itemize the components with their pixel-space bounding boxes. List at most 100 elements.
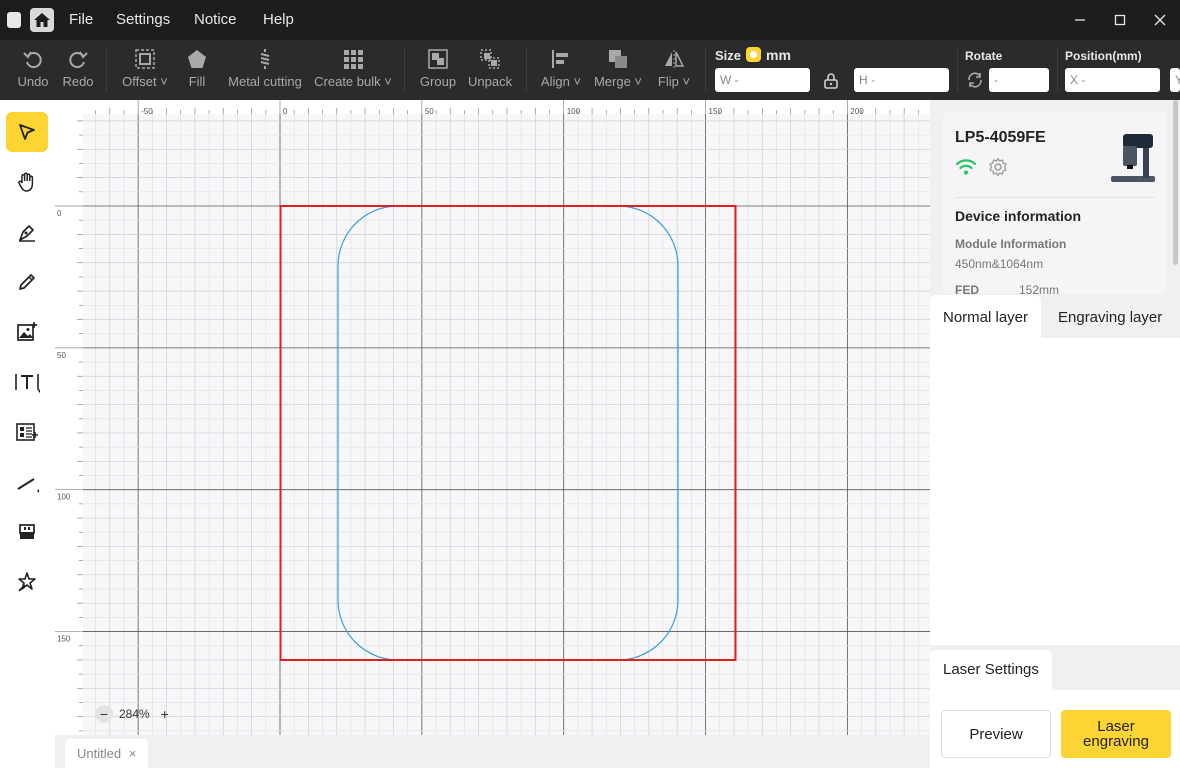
fed-label: FED bbox=[955, 283, 979, 294]
hand-tool[interactable] bbox=[6, 162, 48, 202]
device-tool[interactable] bbox=[6, 512, 48, 552]
barcode-tool[interactable] bbox=[6, 412, 48, 452]
design-canvas[interactable]: -50 0 50 100 150 200 0 50 100 150 − 284% + bbox=[55, 100, 930, 735]
grid-icon bbox=[344, 50, 363, 69]
zoom-out-button[interactable]: − bbox=[95, 705, 113, 723]
offset-icon bbox=[135, 49, 155, 69]
create-bulk-button[interactable]: Create bulk ˅ bbox=[314, 48, 392, 89]
laser-engraver-icon bbox=[1111, 134, 1155, 182]
flip-button[interactable]: Flip ˅ bbox=[656, 48, 692, 89]
metal-cutting-button[interactable]: Metal cutting bbox=[224, 48, 306, 89]
lock-ratio-button[interactable] bbox=[822, 72, 840, 93]
undo-button[interactable]: Undo bbox=[16, 48, 50, 89]
x-position-input[interactable]: X - bbox=[1065, 68, 1160, 92]
flip-label: Flip bbox=[657, 74, 679, 89]
tab-laser-settings[interactable]: Laser Settings bbox=[930, 650, 1052, 690]
close-icon bbox=[1154, 14, 1166, 26]
rotate-icon bbox=[968, 72, 982, 88]
group-label: Group bbox=[419, 74, 457, 89]
select-tool[interactable] bbox=[6, 112, 48, 152]
spring-icon bbox=[260, 49, 270, 69]
fill-button[interactable]: Fill bbox=[186, 48, 208, 89]
printer-icon bbox=[19, 524, 35, 539]
maximize-icon bbox=[1114, 14, 1126, 26]
grid-ruler: -50 0 50 100 150 200 0 50 100 150 bbox=[55, 100, 930, 735]
rotate-icon-button[interactable] bbox=[966, 71, 984, 92]
toolbar-divider bbox=[106, 48, 107, 92]
unit-label: mm bbox=[766, 47, 791, 63]
ruler-x-label: -50 bbox=[141, 107, 153, 116]
line-icon bbox=[17, 478, 39, 493]
menu-notice[interactable]: Notice bbox=[194, 11, 237, 28]
ruler-y-label: 100 bbox=[57, 493, 71, 502]
unit-toggle[interactable] bbox=[746, 47, 761, 62]
toolbar-divider bbox=[404, 48, 405, 92]
close-tab-icon[interactable]: × bbox=[129, 746, 137, 761]
lock-icon bbox=[824, 73, 838, 89]
redo-icon bbox=[69, 51, 88, 69]
ruler-x-label: 0 bbox=[283, 107, 288, 116]
create-bulk-label: Create bulk bbox=[314, 74, 381, 89]
left-toolbar bbox=[0, 100, 55, 768]
chevron-down-icon: ˅ bbox=[156, 74, 168, 89]
line-tool[interactable] bbox=[6, 462, 48, 502]
file-tab-untitled[interactable]: Untitled × bbox=[65, 739, 149, 768]
ai-magic-tool[interactable] bbox=[6, 562, 48, 602]
laser-engraving-label: Laser engraving bbox=[1083, 718, 1149, 750]
home-button[interactable] bbox=[30, 8, 54, 32]
ruler-x-label: 100 bbox=[567, 107, 581, 116]
height-input[interactable]: H - bbox=[854, 68, 949, 92]
ruler-y-label: 50 bbox=[57, 351, 66, 360]
device-name: LP5-4059FE bbox=[955, 129, 1046, 146]
text-tool[interactable] bbox=[6, 362, 48, 402]
menu-file[interactable]: File bbox=[69, 11, 93, 28]
unpack-label: Unpack bbox=[468, 74, 513, 89]
menu-help[interactable]: Help bbox=[263, 11, 294, 28]
undo-label: Undo bbox=[17, 74, 49, 89]
fed-value: 152mm bbox=[1019, 283, 1060, 294]
ungroup-icon bbox=[480, 49, 500, 69]
ruler-x-label: 50 bbox=[425, 107, 434, 116]
laser-engraving-button[interactable]: Laser engraving bbox=[1061, 710, 1171, 758]
preview-button[interactable]: Preview bbox=[941, 710, 1051, 758]
qr-code-icon bbox=[16, 423, 38, 441]
pencil-tool[interactable] bbox=[6, 262, 48, 302]
close-button[interactable] bbox=[1150, 10, 1170, 30]
offset-button[interactable]: Offset ˅ bbox=[119, 48, 171, 89]
module-info-title: Module Information bbox=[955, 237, 1067, 251]
toolbar: Undo Redo Offset ˅ Fill Metal cutting Cr… bbox=[0, 40, 1180, 140]
redo-button[interactable]: Redo bbox=[61, 48, 95, 89]
plus-icon: + bbox=[160, 706, 169, 722]
group-icon bbox=[428, 49, 448, 69]
group-button[interactable]: Group bbox=[419, 48, 457, 89]
device-settings-button[interactable] bbox=[988, 157, 1008, 180]
maximize-button[interactable] bbox=[1110, 10, 1130, 30]
app-logo-icon bbox=[7, 12, 21, 28]
ruler-x-label: 200 bbox=[850, 107, 864, 116]
menu-settings[interactable]: Settings bbox=[116, 11, 170, 28]
minimize-button[interactable] bbox=[1070, 10, 1090, 30]
y-position-input[interactable]: Y bbox=[1170, 68, 1180, 92]
device-image bbox=[1109, 128, 1157, 189]
rotate-input[interactable]: - bbox=[989, 68, 1049, 92]
pen-nib-icon bbox=[19, 225, 35, 242]
undo-icon bbox=[23, 51, 42, 69]
pen-tool[interactable] bbox=[6, 212, 48, 252]
image-tool[interactable] bbox=[6, 312, 48, 352]
offset-label: Offset bbox=[122, 74, 157, 89]
unpack-button[interactable]: Unpack bbox=[468, 48, 512, 89]
right-panel-scrollbar[interactable] bbox=[1173, 100, 1178, 265]
fill-label: Fill bbox=[188, 74, 206, 89]
position-label: Position(mm) bbox=[1065, 49, 1142, 63]
chevron-down-icon: ˅ bbox=[630, 74, 643, 89]
merge-button[interactable]: Merge ˅ bbox=[593, 48, 643, 89]
toolbar-divider bbox=[705, 48, 706, 92]
chevron-down-icon: ˅ bbox=[569, 74, 582, 89]
align-button[interactable]: Align ˅ bbox=[539, 48, 583, 89]
zoom-in-button[interactable]: + bbox=[156, 705, 174, 723]
toggle-knob-icon bbox=[750, 51, 757, 58]
chevron-down-icon: ˅ bbox=[380, 74, 392, 89]
tab-engraving-layer[interactable]: Engraving layer bbox=[1045, 295, 1175, 338]
width-input[interactable]: W - bbox=[715, 68, 810, 92]
tab-normal-layer[interactable]: Normal layer bbox=[930, 295, 1042, 338]
